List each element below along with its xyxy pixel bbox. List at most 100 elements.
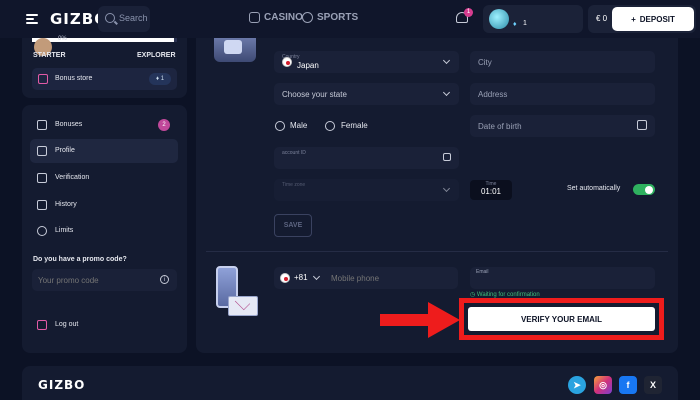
city-placeholder: City <box>478 58 492 67</box>
annotation-arrow-icon <box>380 302 460 338</box>
sidebar-item-label: Limits <box>55 227 74 234</box>
chevron-down-icon <box>312 272 321 281</box>
sidebar-item-label: Verification <box>55 174 90 181</box>
balance: € 0 <box>596 14 608 23</box>
japan-flag-icon <box>280 273 290 283</box>
set-automatically-toggle[interactable] <box>633 184 655 195</box>
account-id-field: account ID <box>274 147 459 169</box>
verify-email-button[interactable]: VERIFY YOUR EMAIL <box>468 307 655 331</box>
gift-icon <box>37 120 47 130</box>
progress-percent: 0% <box>58 36 67 42</box>
sidebar-item-label: Bonuses <box>55 121 83 128</box>
time-value: 01:01 <box>480 187 502 196</box>
promo-code-input[interactable] <box>32 269 177 291</box>
address-placeholder: Address <box>478 90 508 99</box>
store-icon <box>38 74 48 84</box>
profile-pill[interactable]: ♦ 1 <box>483 5 583 33</box>
id-card-illustration <box>214 38 256 62</box>
bonus-store-label: Bonus store <box>55 75 93 82</box>
level-value: 1 <box>523 20 527 27</box>
notifications-bell-icon[interactable]: 1 <box>455 8 473 26</box>
sidebar-item-history[interactable]: History <box>30 193 178 217</box>
current-level-label: STARTER <box>33 52 66 59</box>
country-value: Japan <box>297 61 319 70</box>
chevron-down-icon <box>442 56 451 65</box>
search-placeholder: Search <box>119 13 148 23</box>
time-display: Time 01:01 <box>470 180 512 200</box>
mobile-phone-input[interactable] <box>326 267 458 289</box>
top-bar: GIZBO Search CASINO SPORTS 1 ♦ 1 € 0 + D… <box>0 0 700 38</box>
plus-icon: + <box>631 14 636 24</box>
nav-casino[interactable]: CASINO <box>249 12 303 23</box>
phone-code: +81 <box>294 273 308 282</box>
state-placeholder: Choose your state <box>282 90 347 99</box>
gender-female-radio[interactable] <box>325 121 335 131</box>
logout-label: Log out <box>55 321 79 328</box>
facebook-icon[interactable]: f <box>619 376 637 394</box>
level-progress-fill <box>32 38 175 42</box>
logout-button[interactable]: Log out <box>32 316 132 334</box>
sidebar-item-profile[interactable]: Profile <box>30 139 178 163</box>
phone-code-select[interactable]: +81 <box>274 267 326 289</box>
bonus-store-button[interactable]: Bonus store ♦ 1 <box>32 68 177 90</box>
set-automatically-label: Set automatically <box>567 185 621 192</box>
nav-sports-label: SPORTS <box>317 12 359 23</box>
limits-gauge-icon <box>37 226 47 236</box>
chevron-down-icon <box>442 88 451 97</box>
profile-card-icon <box>37 146 47 156</box>
bonus-store-badge: ♦ 1 <box>149 73 171 85</box>
deposit-label: DEPOSIT <box>639 14 675 24</box>
date-of-birth-field[interactable]: Date of birth <box>470 115 655 137</box>
copy-icon[interactable] <box>443 153 451 161</box>
bonuses-count-badge: 2 <box>158 119 170 131</box>
sports-ball-icon <box>302 12 313 23</box>
japan-flag-icon <box>282 57 292 67</box>
telegram-icon[interactable]: ➤ <box>568 376 586 394</box>
timezone-select[interactable]: Time zone <box>274 179 459 201</box>
email-field[interactable]: Email <box>470 267 655 289</box>
nav-sports[interactable]: SPORTS <box>302 12 358 23</box>
sidebar-item-label: Profile <box>55 147 75 154</box>
country-select[interactable]: Country Japan <box>274 51 459 73</box>
timezone-label: Time zone <box>282 182 306 188</box>
deposit-button[interactable]: + DEPOSIT <box>612 7 694 31</box>
save-button[interactable]: SAVE <box>274 214 312 237</box>
dob-placeholder: Date of birth <box>478 122 522 131</box>
sidebar-item-verification[interactable]: Verification <box>30 166 178 190</box>
address-field[interactable]: Address <box>470 83 655 105</box>
city-field[interactable]: City <box>470 51 655 73</box>
verification-icon <box>37 173 47 183</box>
email-label: Email <box>476 269 489 275</box>
sidebar-item-bonuses[interactable]: Bonuses 2 <box>30 113 178 137</box>
footer-logo[interactable]: GIZBO <box>38 378 85 392</box>
level-progress-bar <box>32 38 177 42</box>
promo-code-title: Do you have a promo code? <box>33 256 127 263</box>
next-level-label: EXPLORER <box>137 52 176 59</box>
gender-male-label: Male <box>290 121 308 130</box>
menu-icon[interactable] <box>26 14 38 24</box>
instagram-icon[interactable]: ◎ <box>594 376 612 394</box>
x-icon[interactable]: X <box>644 376 662 394</box>
chevron-down-icon <box>442 184 451 193</box>
avatar <box>489 9 509 29</box>
history-icon <box>37 200 47 210</box>
search-icon <box>105 13 115 23</box>
search-box[interactable]: Search <box>98 6 150 32</box>
envelope-illustration <box>228 296 258 316</box>
casino-icon <box>249 12 260 23</box>
info-icon[interactable]: i <box>160 275 169 284</box>
sidebar-item-label: History <box>55 201 77 208</box>
wallet[interactable]: € 0 + DEPOSIT <box>588 5 696 33</box>
state-select[interactable]: Choose your state <box>274 83 459 105</box>
diamond-icon: ♦ <box>513 21 517 28</box>
gender-female-label: Female <box>341 121 368 130</box>
logout-icon <box>37 320 47 330</box>
sidebar-item-limits[interactable]: Limits <box>30 219 178 243</box>
nav-casino-label: CASINO <box>264 12 303 23</box>
calendar-icon[interactable] <box>637 120 647 130</box>
account-id-label: account ID <box>282 150 306 156</box>
notification-count-badge: 1 <box>464 8 473 17</box>
section-divider <box>206 251 668 252</box>
email-status: ◷ Waiting for confirmation <box>470 291 540 298</box>
gender-male-radio[interactable] <box>275 121 285 131</box>
